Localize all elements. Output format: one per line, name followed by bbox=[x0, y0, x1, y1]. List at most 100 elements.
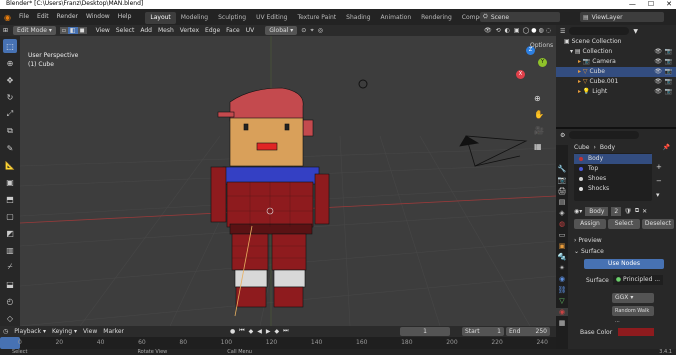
shading-solid-icon[interactable]: ● bbox=[530, 27, 537, 34]
collection-tab-icon[interactable]: ▭ bbox=[559, 231, 566, 239]
smooth-tool-icon[interactable]: ◇ bbox=[3, 311, 17, 325]
copy-icon[interactable]: ⧉ bbox=[635, 207, 639, 215]
base-color-swatch[interactable] bbox=[618, 328, 655, 336]
material-slot[interactable]: Body bbox=[574, 154, 652, 164]
shading-material-icon[interactable]: ◍ bbox=[538, 27, 545, 34]
render-toggle-icon[interactable]: 📷 bbox=[665, 57, 672, 67]
select-mode-vertex-icon[interactable]: ▫ bbox=[59, 27, 68, 34]
modifier-tab-icon[interactable]: 🔩 bbox=[558, 253, 567, 261]
visibility-icon[interactable]: 👁 bbox=[482, 27, 494, 34]
outliner-collection[interactable]: ▾ ▤ Collection 👁 📷 bbox=[556, 47, 676, 57]
shading-rendered-icon[interactable]: ◌ bbox=[545, 27, 552, 34]
next-key-icon[interactable]: ◆ bbox=[275, 328, 280, 335]
object-tab-icon[interactable]: ▣ bbox=[559, 242, 566, 250]
deselect-button[interactable]: Deselect bbox=[642, 219, 674, 229]
gizmo-y-axis[interactable]: Y bbox=[538, 58, 547, 67]
bevel-tool-icon[interactable]: ◩ bbox=[3, 226, 17, 240]
subsurface-method-dropdown[interactable]: Random Walk ... bbox=[612, 306, 654, 324]
orientation-dropdown[interactable]: Global ▾ bbox=[265, 26, 298, 35]
jump-start-icon[interactable]: ⏮ bbox=[239, 327, 244, 335]
unlink-icon[interactable]: ✕ bbox=[642, 208, 647, 215]
add-slot-icon[interactable]: + bbox=[656, 163, 662, 171]
material-tab-icon[interactable]: ◉ bbox=[556, 308, 568, 316]
properties-editor-icon[interactable]: ⚙ bbox=[560, 132, 565, 139]
scale-tool-icon[interactable]: ⤢ bbox=[3, 107, 17, 121]
menu-view[interactable]: View bbox=[93, 25, 113, 36]
pin-icon[interactable]: 📌 bbox=[663, 144, 670, 151]
menu-vertex[interactable]: Vertex bbox=[177, 25, 202, 36]
properties-search-field[interactable] bbox=[569, 131, 640, 139]
gizmo-toggle-icon[interactable]: ⟲ bbox=[494, 27, 503, 34]
select-mode-face-icon[interactable]: ◼ bbox=[77, 27, 87, 34]
proportional-edit-icon[interactable]: ◎ bbox=[316, 27, 325, 34]
tab-rendering[interactable]: Rendering bbox=[416, 12, 457, 24]
menu-playback[interactable]: Playback ▾ bbox=[11, 326, 49, 337]
material-name-field[interactable]: Body bbox=[585, 206, 609, 216]
render-toggle-icon[interactable]: 📷 bbox=[665, 67, 672, 77]
mode-dropdown[interactable]: Edit Mode ▾ bbox=[13, 26, 56, 35]
measure-tool-icon[interactable]: 📐 bbox=[3, 158, 17, 172]
surface-shader-field[interactable]: ● Principled ... bbox=[612, 275, 664, 285]
menu-help[interactable]: Help bbox=[114, 9, 136, 25]
tab-shading[interactable]: Shading bbox=[341, 12, 375, 24]
material-slot[interactable]: Shocks bbox=[574, 184, 652, 194]
menu-timeline-view[interactable]: View bbox=[80, 326, 100, 337]
menu-edge[interactable]: Edge bbox=[202, 25, 223, 36]
constraints-tab-icon[interactable]: ⛓ bbox=[558, 286, 567, 294]
menu-keying[interactable]: Keying ▾ bbox=[49, 326, 80, 337]
select-button[interactable]: Select bbox=[608, 219, 640, 229]
preview-section[interactable]: › Preview bbox=[556, 235, 676, 246]
menu-mesh[interactable]: Mesh bbox=[155, 25, 177, 36]
viewlayer-selector[interactable]: ▤ ViewLayer bbox=[580, 12, 664, 22]
particles-tab-icon[interactable]: ✴ bbox=[559, 264, 565, 272]
add-cube-tool-icon[interactable]: ▣ bbox=[3, 175, 17, 189]
3d-viewport[interactable]: User Perspective (1) Cube Z Y X ⊕ ✋ 🎥 ▦ … bbox=[20, 36, 556, 326]
tab-uv-editing[interactable]: UV Editing bbox=[251, 12, 292, 24]
move-tool-icon[interactable]: ✥ bbox=[3, 73, 17, 87]
view-layer-tab-icon[interactable]: ▤ bbox=[559, 198, 566, 206]
timeline-editor-icon[interactable]: ◷ bbox=[0, 328, 11, 335]
gizmo-x-axis[interactable]: X bbox=[516, 70, 525, 79]
menu-face[interactable]: Face bbox=[223, 25, 243, 36]
data-tab-icon[interactable]: ▽ bbox=[559, 297, 564, 305]
poly-build-tool-icon[interactable]: ⬓ bbox=[3, 277, 17, 291]
visibility-toggle-icon[interactable]: 👁 bbox=[654, 47, 662, 57]
cursor-tool-icon[interactable]: ⊕ bbox=[3, 56, 17, 70]
shading-wireframe-icon[interactable]: ◯ bbox=[522, 27, 531, 34]
menu-add[interactable]: Add bbox=[137, 25, 155, 36]
material-slot[interactable]: Top bbox=[574, 164, 652, 174]
annotate-tool-icon[interactable]: ✎ bbox=[3, 141, 17, 155]
camera-view-icon[interactable]: 🎥 bbox=[534, 126, 544, 135]
start-frame-field[interactable]: Start 1 bbox=[462, 327, 504, 336]
outliner-search-field[interactable] bbox=[569, 27, 630, 35]
loop-cut-tool-icon[interactable]: ▥ bbox=[3, 243, 17, 257]
tab-layout[interactable]: Layout bbox=[145, 12, 176, 24]
menu-edit[interactable]: Edit bbox=[33, 9, 53, 25]
outliner-scene-collection[interactable]: ▣ Scene Collection bbox=[556, 37, 676, 47]
pan-icon[interactable]: ✋ bbox=[534, 110, 544, 119]
minimize-button[interactable]: — bbox=[629, 0, 636, 9]
render-toggle-icon[interactable]: 📷 bbox=[665, 77, 672, 87]
pivot-icon[interactable]: ⊙ bbox=[299, 27, 308, 34]
menu-uv[interactable]: UV bbox=[243, 25, 258, 36]
outliner-item-cube[interactable]: ▸ ▽ Cube 👁 📷 bbox=[556, 67, 676, 77]
outliner-item-light[interactable]: ▸ 💡 Light 👁 📷 bbox=[556, 87, 676, 97]
surface-section[interactable]: ⌄ Surface bbox=[556, 246, 676, 257]
visibility-toggle-icon[interactable]: 👁 bbox=[654, 57, 662, 67]
distribution-dropdown[interactable]: GGX ▾ bbox=[612, 293, 654, 303]
assign-button[interactable]: Assign bbox=[574, 219, 606, 229]
tab-modeling[interactable]: Modeling bbox=[176, 12, 213, 24]
render-tab-icon[interactable]: 📷 bbox=[558, 176, 567, 184]
options-button[interactable]: Options bbox=[530, 42, 553, 49]
filter-icon[interactable]: ▼ bbox=[633, 28, 638, 35]
extrude-tool-icon[interactable]: ⬒ bbox=[3, 192, 17, 206]
physics-tab-icon[interactable]: ◉ bbox=[559, 275, 565, 283]
fake-user-icon[interactable]: 🛡 bbox=[624, 208, 632, 215]
current-frame-field[interactable]: 1 bbox=[400, 327, 450, 336]
outliner-editor-icon[interactable]: ☰ bbox=[560, 28, 565, 35]
remove-slot-icon[interactable]: − bbox=[656, 177, 662, 185]
zoom-icon[interactable]: ⊕ bbox=[534, 94, 541, 103]
jump-end-icon[interactable]: ⏭ bbox=[283, 327, 288, 335]
record-icon[interactable]: ● bbox=[230, 328, 235, 335]
spin-tool-icon[interactable]: ◴ bbox=[3, 294, 17, 308]
